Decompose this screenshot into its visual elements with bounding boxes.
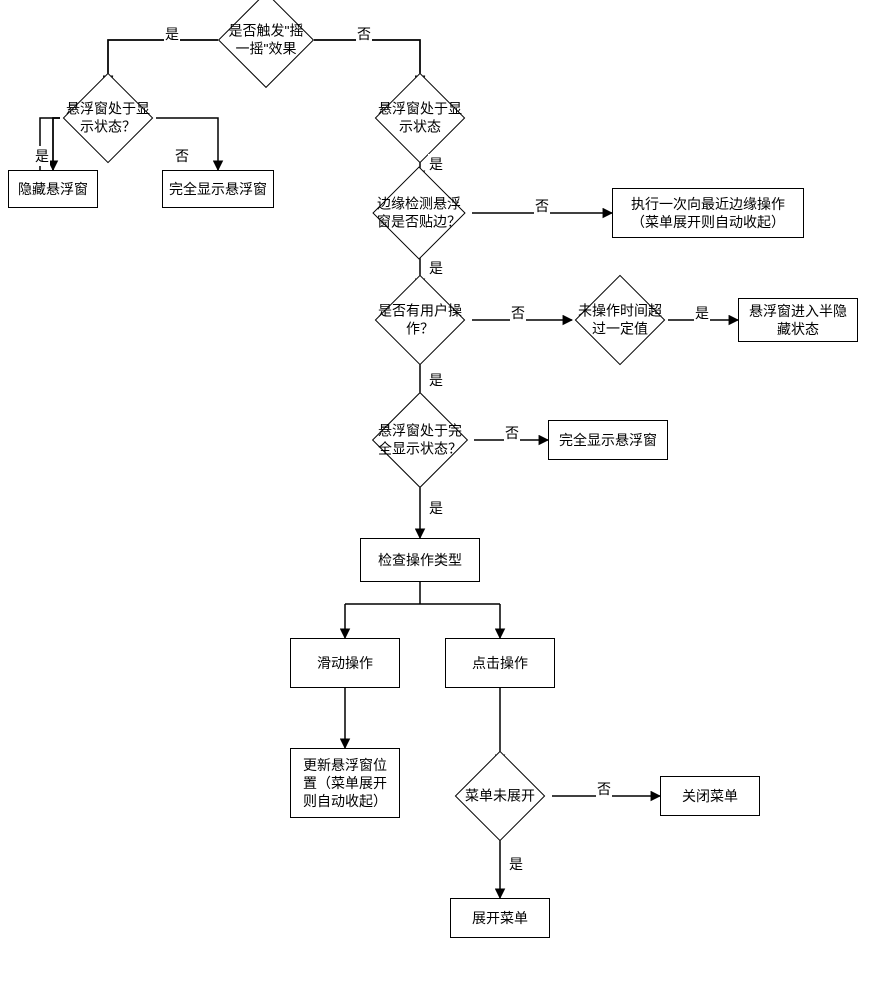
edge-label: 否 xyxy=(534,196,550,216)
process-click: 点击操作 xyxy=(445,638,555,688)
decision-user-action: 是否有用户操作？ xyxy=(375,275,466,366)
edge-label: 是 xyxy=(34,146,50,166)
flowchart-canvas: 是否触发"摇一摇"效果 悬浮窗处于显示状态？ 悬浮窗处于显示状态 边缘检测悬浮窗… xyxy=(0,0,873,1000)
edge-label: 是 xyxy=(428,370,444,390)
process-hide-window: 隐藏悬浮窗 xyxy=(8,170,98,208)
node-text: 执行一次向最近边缘操作（菜单展开则自动收起） xyxy=(631,195,785,231)
edge-label: 否 xyxy=(510,303,526,323)
node-text: 悬浮窗处于显示状态？ xyxy=(66,101,150,136)
node-text: 展开菜单 xyxy=(472,909,528,927)
edge-label: 否 xyxy=(174,146,190,166)
decision-float-visible-left: 悬浮窗处于显示状态？ xyxy=(63,73,154,164)
node-text: 菜单未展开 xyxy=(465,787,535,805)
edge-label: 是 xyxy=(428,498,444,518)
node-text: 更新悬浮窗位置（菜单展开则自动收起） xyxy=(303,756,387,811)
node-text: 隐藏悬浮窗 xyxy=(18,180,88,198)
process-close-menu: 关闭菜单 xyxy=(660,776,760,816)
node-text: 悬浮窗进入半隐藏状态 xyxy=(749,302,847,338)
decision-float-visible-right: 悬浮窗处于显示状态 xyxy=(375,73,466,164)
decision-edge-detect: 边缘检测悬浮窗是否贴边？ xyxy=(372,166,465,259)
node-text: 是否有用户操作？ xyxy=(378,303,462,338)
process-swipe: 滑动操作 xyxy=(290,638,400,688)
process-show-window-full-2: 完全显示悬浮窗 xyxy=(548,420,668,460)
decision-idle-time: 未操作时间超过一定值 xyxy=(575,275,666,366)
node-text: 滑动操作 xyxy=(317,654,373,672)
edge-label: 是 xyxy=(694,303,710,323)
node-text: 悬浮窗处于显示状态 xyxy=(378,101,462,136)
node-text: 点击操作 xyxy=(472,654,528,672)
node-text: 检查操作类型 xyxy=(378,551,462,569)
edge-label: 否 xyxy=(356,24,372,44)
edge-label: 否 xyxy=(596,779,612,799)
decision-fully-visible: 悬浮窗处于完全显示状态？ xyxy=(372,392,468,488)
process-check-action-type: 检查操作类型 xyxy=(360,538,480,582)
node-text: 未操作时间超过一定值 xyxy=(578,303,662,338)
node-text: 边缘检测悬浮窗是否贴边？ xyxy=(377,196,461,231)
node-text: 关闭菜单 xyxy=(682,787,738,805)
decision-menu-not-expanded: 菜单未展开 xyxy=(455,751,546,842)
edge-label: 是 xyxy=(508,854,524,874)
edge-label: 是 xyxy=(164,24,180,44)
process-show-window-full-1: 完全显示悬浮窗 xyxy=(162,170,274,208)
node-text: 完全显示悬浮窗 xyxy=(169,180,267,198)
process-snap-edge: 执行一次向最近边缘操作（菜单展开则自动收起） xyxy=(612,188,804,238)
edge-label: 是 xyxy=(428,154,444,174)
process-expand-menu: 展开菜单 xyxy=(450,898,550,938)
node-text: 是否触发"摇一摇"效果 xyxy=(229,23,304,58)
node-text: 完全显示悬浮窗 xyxy=(559,431,657,449)
decision-shake-triggered: 是否触发"摇一摇"效果 xyxy=(218,0,314,88)
edge-label: 是 xyxy=(428,258,444,278)
node-text: 悬浮窗处于完全显示状态？ xyxy=(378,423,462,458)
process-update-position: 更新悬浮窗位置（菜单展开则自动收起） xyxy=(290,748,400,818)
process-half-hide: 悬浮窗进入半隐藏状态 xyxy=(738,298,858,342)
edge-label: 否 xyxy=(504,423,520,443)
